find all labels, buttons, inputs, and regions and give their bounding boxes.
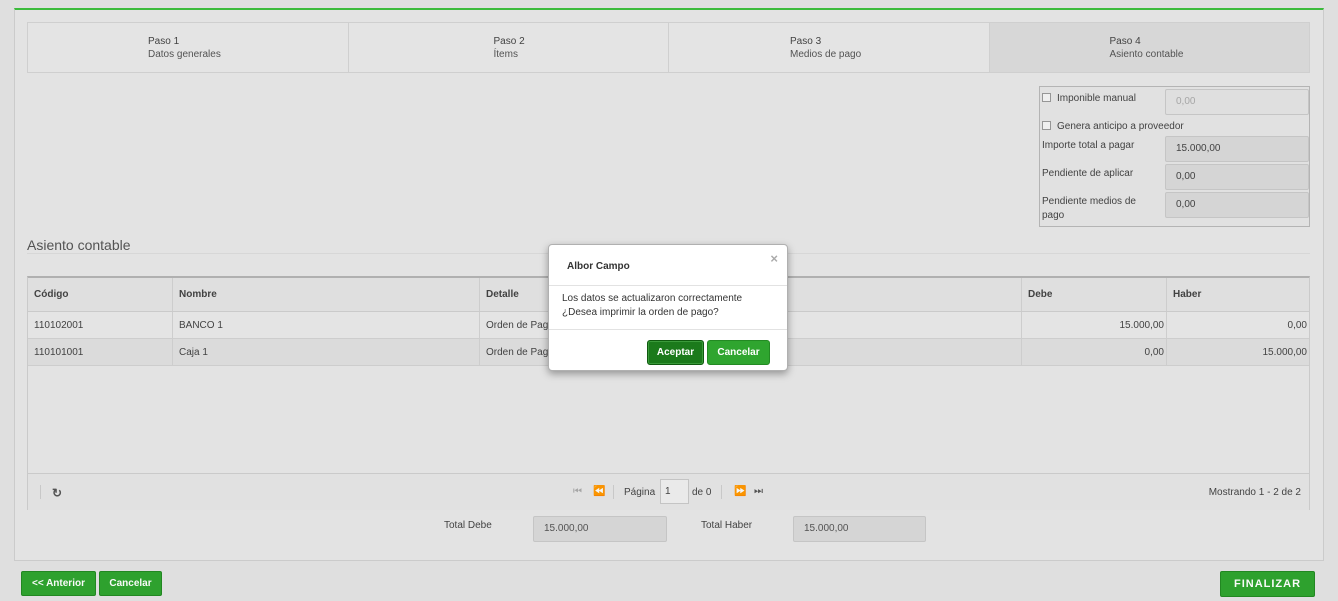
dialog-footer-divider xyxy=(549,329,787,330)
dialog-title: Albor Campo xyxy=(567,261,630,272)
close-icon[interactable]: × xyxy=(770,251,778,266)
dialog-cancel-button[interactable]: Cancelar xyxy=(707,340,770,365)
dialog-message-line2: ¿Desea imprimir la orden de pago? xyxy=(562,307,719,318)
dialog-message: Los datos se actualizaron correctamente … xyxy=(562,292,742,320)
accept-button[interactable]: Aceptar xyxy=(647,340,704,365)
confirm-dialog: Albor Campo × Los datos se actualizaron … xyxy=(548,244,788,371)
dialog-message-line1: Los datos se actualizaron correctamente xyxy=(562,293,743,304)
dialog-header: Albor Campo × xyxy=(549,245,787,286)
